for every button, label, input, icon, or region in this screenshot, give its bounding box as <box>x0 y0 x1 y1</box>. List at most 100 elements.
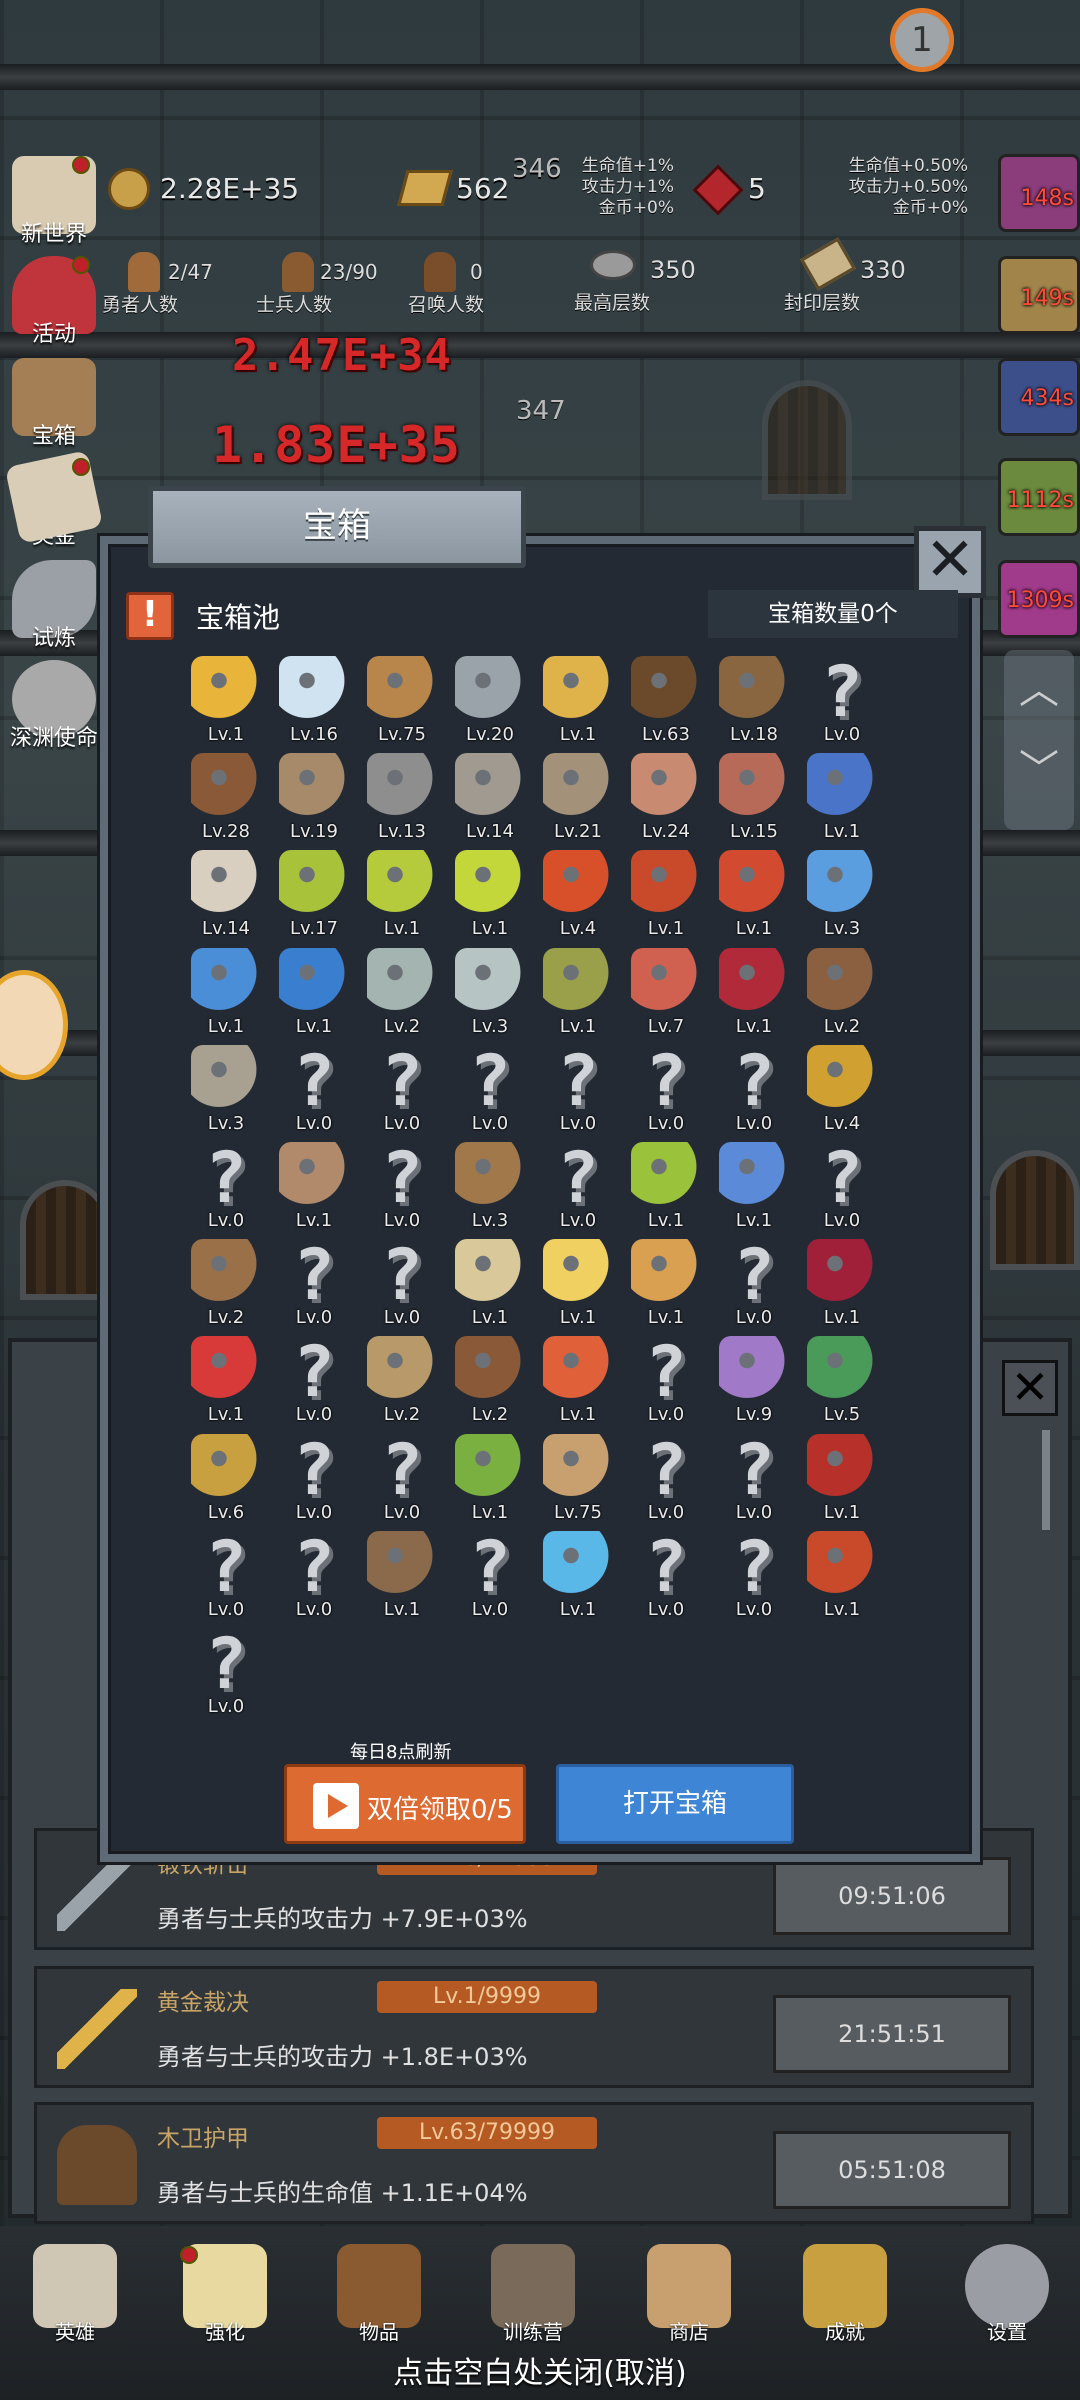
chevron-up-icon[interactable]: ︿ <box>1004 650 1074 730</box>
chest-item-cell[interactable]: ? Lv.0 <box>182 1628 270 1726</box>
chest-item-cell[interactable]: Lv.28 <box>182 753 270 851</box>
chest-item-cell[interactable]: Lv.1 <box>534 1530 622 1629</box>
sidebar-new-world[interactable]: 新世界 <box>4 156 104 248</box>
chest-item-cell[interactable]: Lv.1 <box>446 850 534 948</box>
chest-item-cell[interactable]: Lv.1 <box>270 947 358 1046</box>
close-icon[interactable]: ✕ <box>914 526 986 598</box>
sidebar-chest[interactable]: 宝箱 <box>4 358 104 450</box>
chest-item-cell[interactable]: Lv.6 <box>182 1433 270 1532</box>
chest-item-cell[interactable]: Lv.1 <box>446 1239 534 1337</box>
sidebar-bonus[interactable]: 奖金 <box>4 450 104 550</box>
chest-item-cell[interactable]: Lv.2 <box>182 1239 270 1337</box>
chest-item-cell[interactable]: Lv.14 <box>182 850 270 948</box>
chest-item-cell[interactable]: Lv.1 <box>182 1336 270 1434</box>
chest-item-cell[interactable]: ? Lv.0 <box>446 1531 534 1629</box>
chest-item-cell[interactable]: Lv.18 <box>710 656 798 754</box>
chest-item-cell[interactable]: ? Lv.0 <box>622 1531 710 1629</box>
nav-item-0[interactable]: 英雄 <box>20 2244 130 2345</box>
chest-item-cell[interactable]: Lv.1 <box>710 1142 798 1240</box>
chest-item-cell[interactable]: Lv.15 <box>710 753 798 851</box>
chest-item-cell[interactable]: Lv.1 <box>270 1142 358 1240</box>
chest-item-cell[interactable]: Lv.4 <box>534 850 622 948</box>
upgrade-timer-button[interactable]: 09:51:06 <box>773 1857 1011 1935</box>
chest-item-cell[interactable]: Lv.4 <box>798 1044 886 1143</box>
chest-item-cell[interactable]: ? Lv.0 <box>798 656 886 754</box>
chest-item-cell[interactable]: Lv.1 <box>534 1336 622 1434</box>
chest-item-cell[interactable]: ? Lv.0 <box>358 1434 446 1532</box>
chest-item-cell[interactable]: Lv.5 <box>798 1336 886 1434</box>
chest-item-cell[interactable]: Lv.2 <box>358 947 446 1046</box>
chest-item-cell[interactable]: Lv.1 <box>446 1433 534 1532</box>
chest-item-cell[interactable]: Lv.1 <box>710 850 798 948</box>
chest-item-cell[interactable]: ? Lv.0 <box>710 1239 798 1337</box>
chest-item-cell[interactable]: ? Lv.0 <box>534 1045 622 1143</box>
chest-item-cell[interactable]: Lv.9 <box>710 1336 798 1434</box>
chest-item-cell[interactable]: Lv.3 <box>798 850 886 948</box>
upgrade-timer-button[interactable]: 21:51:51 <box>773 1995 1011 2073</box>
chest-item-cell[interactable]: Lv.13 <box>358 753 446 851</box>
chest-item-cell[interactable]: ? Lv.0 <box>710 1045 798 1143</box>
chest-item-cell[interactable]: Lv.2 <box>446 1336 534 1434</box>
nav-item-3[interactable]: 训练营 <box>478 2244 588 2345</box>
chest-item-cell[interactable]: Lv.16 <box>270 656 358 754</box>
nav-item-5[interactable]: 成就 <box>790 2244 900 2345</box>
chest-item-cell[interactable]: Lv.1 <box>622 1239 710 1337</box>
close-hint[interactable]: 点击空白处关闭(取消) <box>0 2348 1080 2392</box>
chest-item-cell[interactable]: ? Lv.0 <box>622 1434 710 1532</box>
chest-item-cell[interactable]: Lv.20 <box>446 656 534 754</box>
chest-item-cell[interactable]: ? Lv.0 <box>270 1336 358 1434</box>
sidebar-trial[interactable]: 试炼 <box>4 560 104 652</box>
list-item[interactable]: 黄金裁决 Lv.1/9999 勇者与士兵的攻击力 +1.8E+03% 21:51… <box>34 1966 1034 2088</box>
nav-item-6[interactable]: 设置 <box>952 2244 1062 2345</box>
open-chest-button[interactable]: 打开宝箱 <box>556 1764 794 1844</box>
chest-item-cell[interactable]: Lv.24 <box>622 753 710 851</box>
chest-item-cell[interactable]: Lv.1 <box>798 753 886 851</box>
chest-item-cell[interactable]: Lv.75 <box>358 656 446 754</box>
chest-item-cell[interactable]: ? Lv.0 <box>622 1045 710 1143</box>
exclamation-icon[interactable]: ! <box>126 592 174 640</box>
chest-item-cell[interactable]: Lv.3 <box>182 1044 270 1143</box>
chest-item-cell[interactable]: ? Lv.0 <box>270 1531 358 1629</box>
upgrade-timer-button[interactable]: 05:51:08 <box>773 2131 1011 2209</box>
chest-item-cell[interactable]: Lv.14 <box>446 753 534 851</box>
chest-item-cell[interactable]: Lv.1 <box>534 656 622 754</box>
chest-item-cell[interactable]: Lv.1 <box>622 850 710 948</box>
scroll-arrows[interactable]: ︿ ﹀ <box>1004 650 1074 830</box>
chest-item-cell[interactable]: ? Lv.0 <box>534 1142 622 1240</box>
close-icon[interactable]: ✕ <box>1002 1360 1058 1416</box>
chest-item-cell[interactable]: Lv.1 <box>534 1239 622 1337</box>
chest-item-cell[interactable]: ? Lv.0 <box>358 1142 446 1240</box>
chest-item-cell[interactable]: Lv.1 <box>798 1239 886 1337</box>
chest-item-cell[interactable]: Lv.21 <box>534 753 622 851</box>
chest-item-cell[interactable]: Lv.1 <box>798 1530 886 1629</box>
chest-item-cell[interactable]: ? Lv.0 <box>710 1531 798 1629</box>
chest-item-cell[interactable]: Lv.1 <box>358 1530 446 1629</box>
list-scrollbar[interactable] <box>1042 1430 1050 1530</box>
chest-item-cell[interactable]: ? Lv.0 <box>622 1336 710 1434</box>
double-claim-button[interactable]: 双倍领取0/5 <box>284 1764 526 1844</box>
chevron-down-icon[interactable]: ﹀ <box>1004 730 1074 810</box>
chest-item-cell[interactable]: ? Lv.0 <box>710 1434 798 1532</box>
chest-item-cell[interactable]: Lv.17 <box>270 850 358 948</box>
chest-item-cell[interactable]: Lv.2 <box>358 1336 446 1434</box>
chest-item-cell[interactable]: Lv.1 <box>798 1433 886 1532</box>
sidebar-activity[interactable]: 活动 <box>4 256 104 348</box>
chest-item-cell[interactable]: ? Lv.0 <box>446 1045 534 1143</box>
nav-item-2[interactable]: 物品 <box>324 2244 434 2345</box>
list-item[interactable]: 木卫护甲 Lv.63/79999 勇者与士兵的生命值 +1.1E+04% 05:… <box>34 2102 1034 2224</box>
chest-item-cell[interactable]: Lv.75 <box>534 1433 622 1532</box>
chest-item-cell[interactable]: ? Lv.0 <box>358 1239 446 1337</box>
chest-item-cell[interactable]: Lv.19 <box>270 753 358 851</box>
chest-item-cell[interactable]: Lv.1 <box>182 947 270 1046</box>
chest-item-cell[interactable]: Lv.63 <box>622 656 710 754</box>
chest-item-cell[interactable]: Lv.1 <box>534 947 622 1046</box>
chest-item-cell[interactable]: ? Lv.0 <box>358 1045 446 1143</box>
chest-item-cell[interactable]: ? Lv.0 <box>270 1434 358 1532</box>
chest-item-cell[interactable]: Lv.1 <box>622 1142 710 1240</box>
chest-item-cell[interactable]: Lv.2 <box>798 947 886 1046</box>
chest-item-cell[interactable]: Lv.3 <box>446 947 534 1046</box>
chest-item-cell[interactable]: ? Lv.0 <box>270 1239 358 1337</box>
sidebar-abyss[interactable]: 深渊使命 <box>4 660 104 752</box>
chest-item-cell[interactable]: ? Lv.0 <box>798 1142 886 1240</box>
chest-item-cell[interactable]: Lv.1 <box>710 947 798 1046</box>
